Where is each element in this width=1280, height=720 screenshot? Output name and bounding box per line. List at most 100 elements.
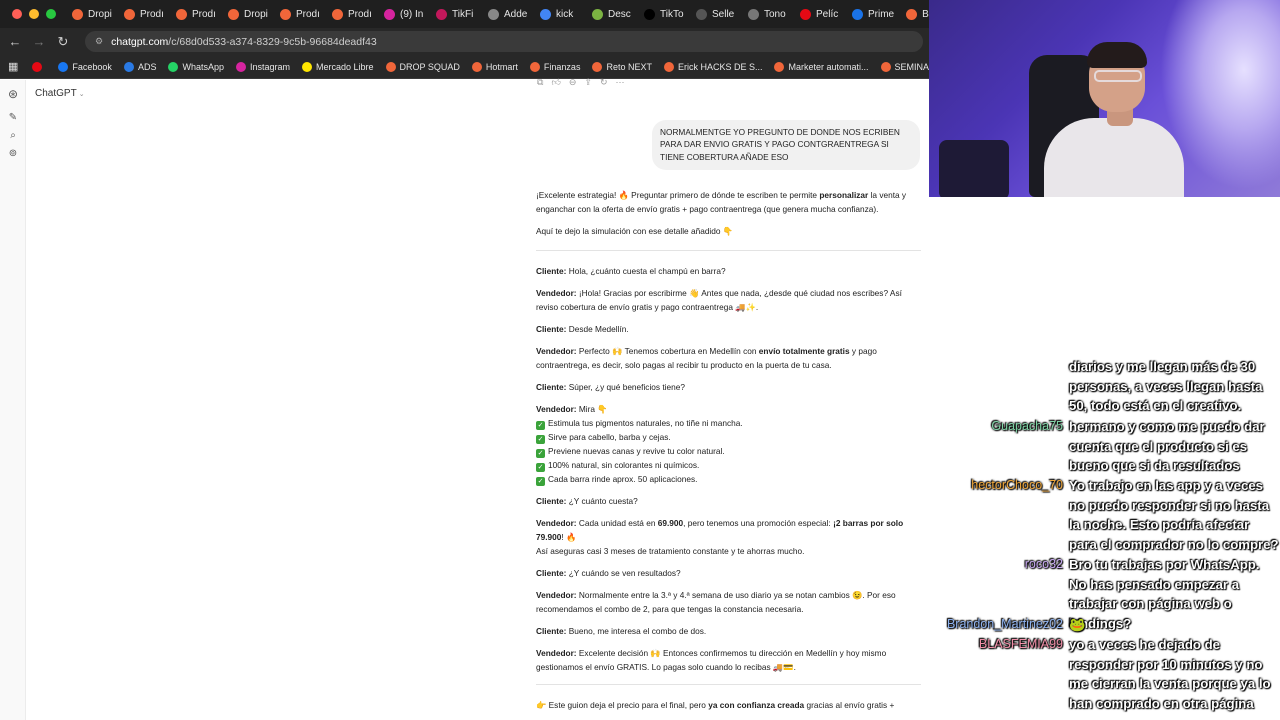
- tiktok-icon: [644, 8, 655, 20]
- url-field[interactable]: ⚙ chatgpt.com/c/68d0d533-a374-8329-9c5b-…: [85, 31, 923, 52]
- bookmark-4[interactable]: Instagram: [230, 61, 296, 72]
- chat-username: Brandon_Martinez02: [946, 617, 1063, 631]
- tab-13[interactable]: Tono: [742, 0, 794, 28]
- maximize-window-button[interactable]: [46, 9, 56, 19]
- streamer-hair: [1087, 42, 1147, 68]
- tab-11[interactable]: TikTo: [638, 0, 690, 28]
- tab-8[interactable]: Adde: [482, 0, 534, 28]
- share-icon[interactable]: ⇪: [584, 77, 592, 88]
- chat-message-text: Yo trabajo en las app y a veces no puedo…: [1069, 478, 1279, 552]
- bookmark-3[interactable]: WhatsApp: [162, 61, 230, 72]
- search-icon[interactable]: ⌕: [0, 126, 26, 144]
- intro-paragraph-2: Aquí te dejo la simulación con ese detal…: [536, 226, 734, 236]
- bookmark-9[interactable]: Reto NEXT: [586, 61, 658, 72]
- benefit-item: ✓ Estimula tus pigmentos naturales, no ti…: [536, 418, 743, 430]
- orange-circle-icon: [72, 8, 83, 20]
- dialogue-line: Vendedor: Excelente decisión 🙌 Entonces …: [536, 648, 887, 672]
- thumbs-down-icon[interactable]: ⊖: [569, 77, 577, 88]
- orange-circle-icon: [228, 8, 239, 20]
- sidebar: ⊛ ✎ ⌕ ⊚: [0, 80, 26, 720]
- netflix-icon: [32, 61, 43, 72]
- address-bar-row: ← → ↻ ⚙ chatgpt.com/c/68d0d533-a374-8329…: [0, 28, 930, 55]
- tab-0[interactable]: Dropi: [66, 0, 118, 28]
- tab-2[interactable]: Prodı: [170, 0, 222, 28]
- instagram-icon: [384, 8, 395, 20]
- bookmarks-bar: ▦ Facebook ADS WhatsApp Instagram Mercado Li…: [0, 55, 930, 79]
- tab-list: Dropi Prodı Prodı Dropi Prodı Prodı (9) In TikF…: [66, 0, 930, 28]
- bookmark-5[interactable]: Mercado Libre: [296, 61, 380, 72]
- regenerate-icon[interactable]: ↻: [600, 77, 608, 88]
- bookmark-10[interactable]: Erick HACKS DE S...: [658, 61, 769, 72]
- benefit-item: ✓ Sirve para cabello, barba y cejas.: [536, 432, 671, 444]
- tab-label: Tono: [764, 8, 786, 20]
- background-chair: [939, 140, 1009, 197]
- apps-grid-icon[interactable]: ▦: [0, 60, 26, 73]
- bookmark-2[interactable]: ADS: [118, 61, 163, 72]
- library-icon[interactable]: ⊚: [0, 144, 26, 162]
- bookmark-11[interactable]: Marketer automati...: [768, 61, 874, 72]
- close-window-button[interactable]: [12, 9, 22, 19]
- tab-10[interactable]: Desc: [586, 0, 638, 28]
- webcam-overlay: [929, 0, 1280, 197]
- tab-14[interactable]: Pelíc: [794, 0, 846, 28]
- assistant-message: ¡Excelente estrategia! 🔥 Preguntar prime…: [536, 188, 921, 720]
- bookmark-label: ADS: [137, 61, 157, 72]
- openai-logo-icon[interactable]: ⊛: [0, 85, 26, 103]
- thumbs-up-icon[interactable]: 👍︎: [551, 77, 560, 88]
- forward-button[interactable]: →: [27, 30, 51, 54]
- chat-message: BLASFEMIA99 yo a veces he dejado de resp…: [930, 635, 1280, 720]
- mercadolibre-icon: [302, 61, 313, 72]
- bookmark-label: DROP SQUAD: [399, 61, 460, 72]
- tab-label: Prodı: [140, 8, 164, 20]
- tab-12[interactable]: Selle: [690, 0, 742, 28]
- chat-username: hectorChoco_70: [971, 478, 1063, 492]
- flame-icon: [774, 61, 785, 72]
- bookmark-list: Facebook ADS WhatsApp Instagram Mercado Libr…: [26, 61, 930, 72]
- chat-message: roco32 Bro tu trabajas por WhatsApp. No …: [930, 555, 1280, 631]
- bookmark-6[interactable]: DROP SQUAD: [380, 61, 466, 72]
- new-chat-icon[interactable]: ✎: [0, 108, 26, 126]
- tab-4[interactable]: Prodı: [274, 0, 326, 28]
- check-icon: ✓: [536, 463, 545, 472]
- model-selector[interactable]: ChatGPT ⌄: [35, 88, 85, 99]
- copy-icon[interactable]: ⧉: [537, 77, 543, 88]
- back-button[interactable]: ←: [3, 30, 27, 54]
- bookmark-1[interactable]: Facebook: [52, 61, 118, 72]
- window-controls: [0, 9, 66, 19]
- check-icon: ✓: [536, 435, 545, 444]
- facebook-icon: [58, 61, 69, 72]
- bookmark-12[interactable]: SEMINARIOS ONLI...: [875, 61, 930, 72]
- bookmark-8[interactable]: Finanzas: [524, 61, 587, 72]
- more-icon[interactable]: ⋯: [615, 77, 624, 88]
- globe-icon: [748, 8, 759, 20]
- chat-message-text: 🐸: [1069, 617, 1086, 632]
- download-icon: [592, 8, 603, 20]
- bookmark-7[interactable]: Hotmart: [466, 61, 524, 72]
- tab-label: (9) In: [400, 8, 424, 20]
- google-icon: [540, 8, 551, 20]
- tab-5[interactable]: Prodı: [326, 0, 378, 28]
- tab-3[interactable]: Dropi: [222, 0, 274, 28]
- tab-1[interactable]: Prodı: [118, 0, 170, 28]
- tab-7[interactable]: TikFi: [430, 0, 482, 28]
- chat-message: Brandon_Martinez02 🐸: [930, 615, 1280, 637]
- tab-label: Adde: [504, 8, 528, 20]
- reload-button[interactable]: ↻: [51, 30, 75, 54]
- orange-circle-icon: [176, 8, 187, 20]
- orange-circle-icon: [124, 8, 135, 20]
- flame-icon: [471, 61, 482, 72]
- glasses: [1094, 70, 1142, 82]
- tab-label: Desc: [608, 8, 631, 20]
- divider: [536, 250, 921, 251]
- minimize-window-button[interactable]: [29, 9, 39, 19]
- tab-16[interactable]: BOF: [900, 0, 930, 28]
- tab-label: Dropi: [244, 8, 268, 20]
- tab-6[interactable]: (9) In: [378, 0, 430, 28]
- meta-icon: [123, 61, 134, 72]
- flame-icon: [529, 61, 540, 72]
- benefit-item: ✓ Previene nuevas canas y revive tu color…: [536, 446, 725, 458]
- bookmark-0[interactable]: [26, 61, 52, 72]
- tab-15[interactable]: Prime: [846, 0, 900, 28]
- tab-9[interactable]: kick: [534, 0, 586, 28]
- site-info-icon[interactable]: ⚙: [95, 36, 103, 47]
